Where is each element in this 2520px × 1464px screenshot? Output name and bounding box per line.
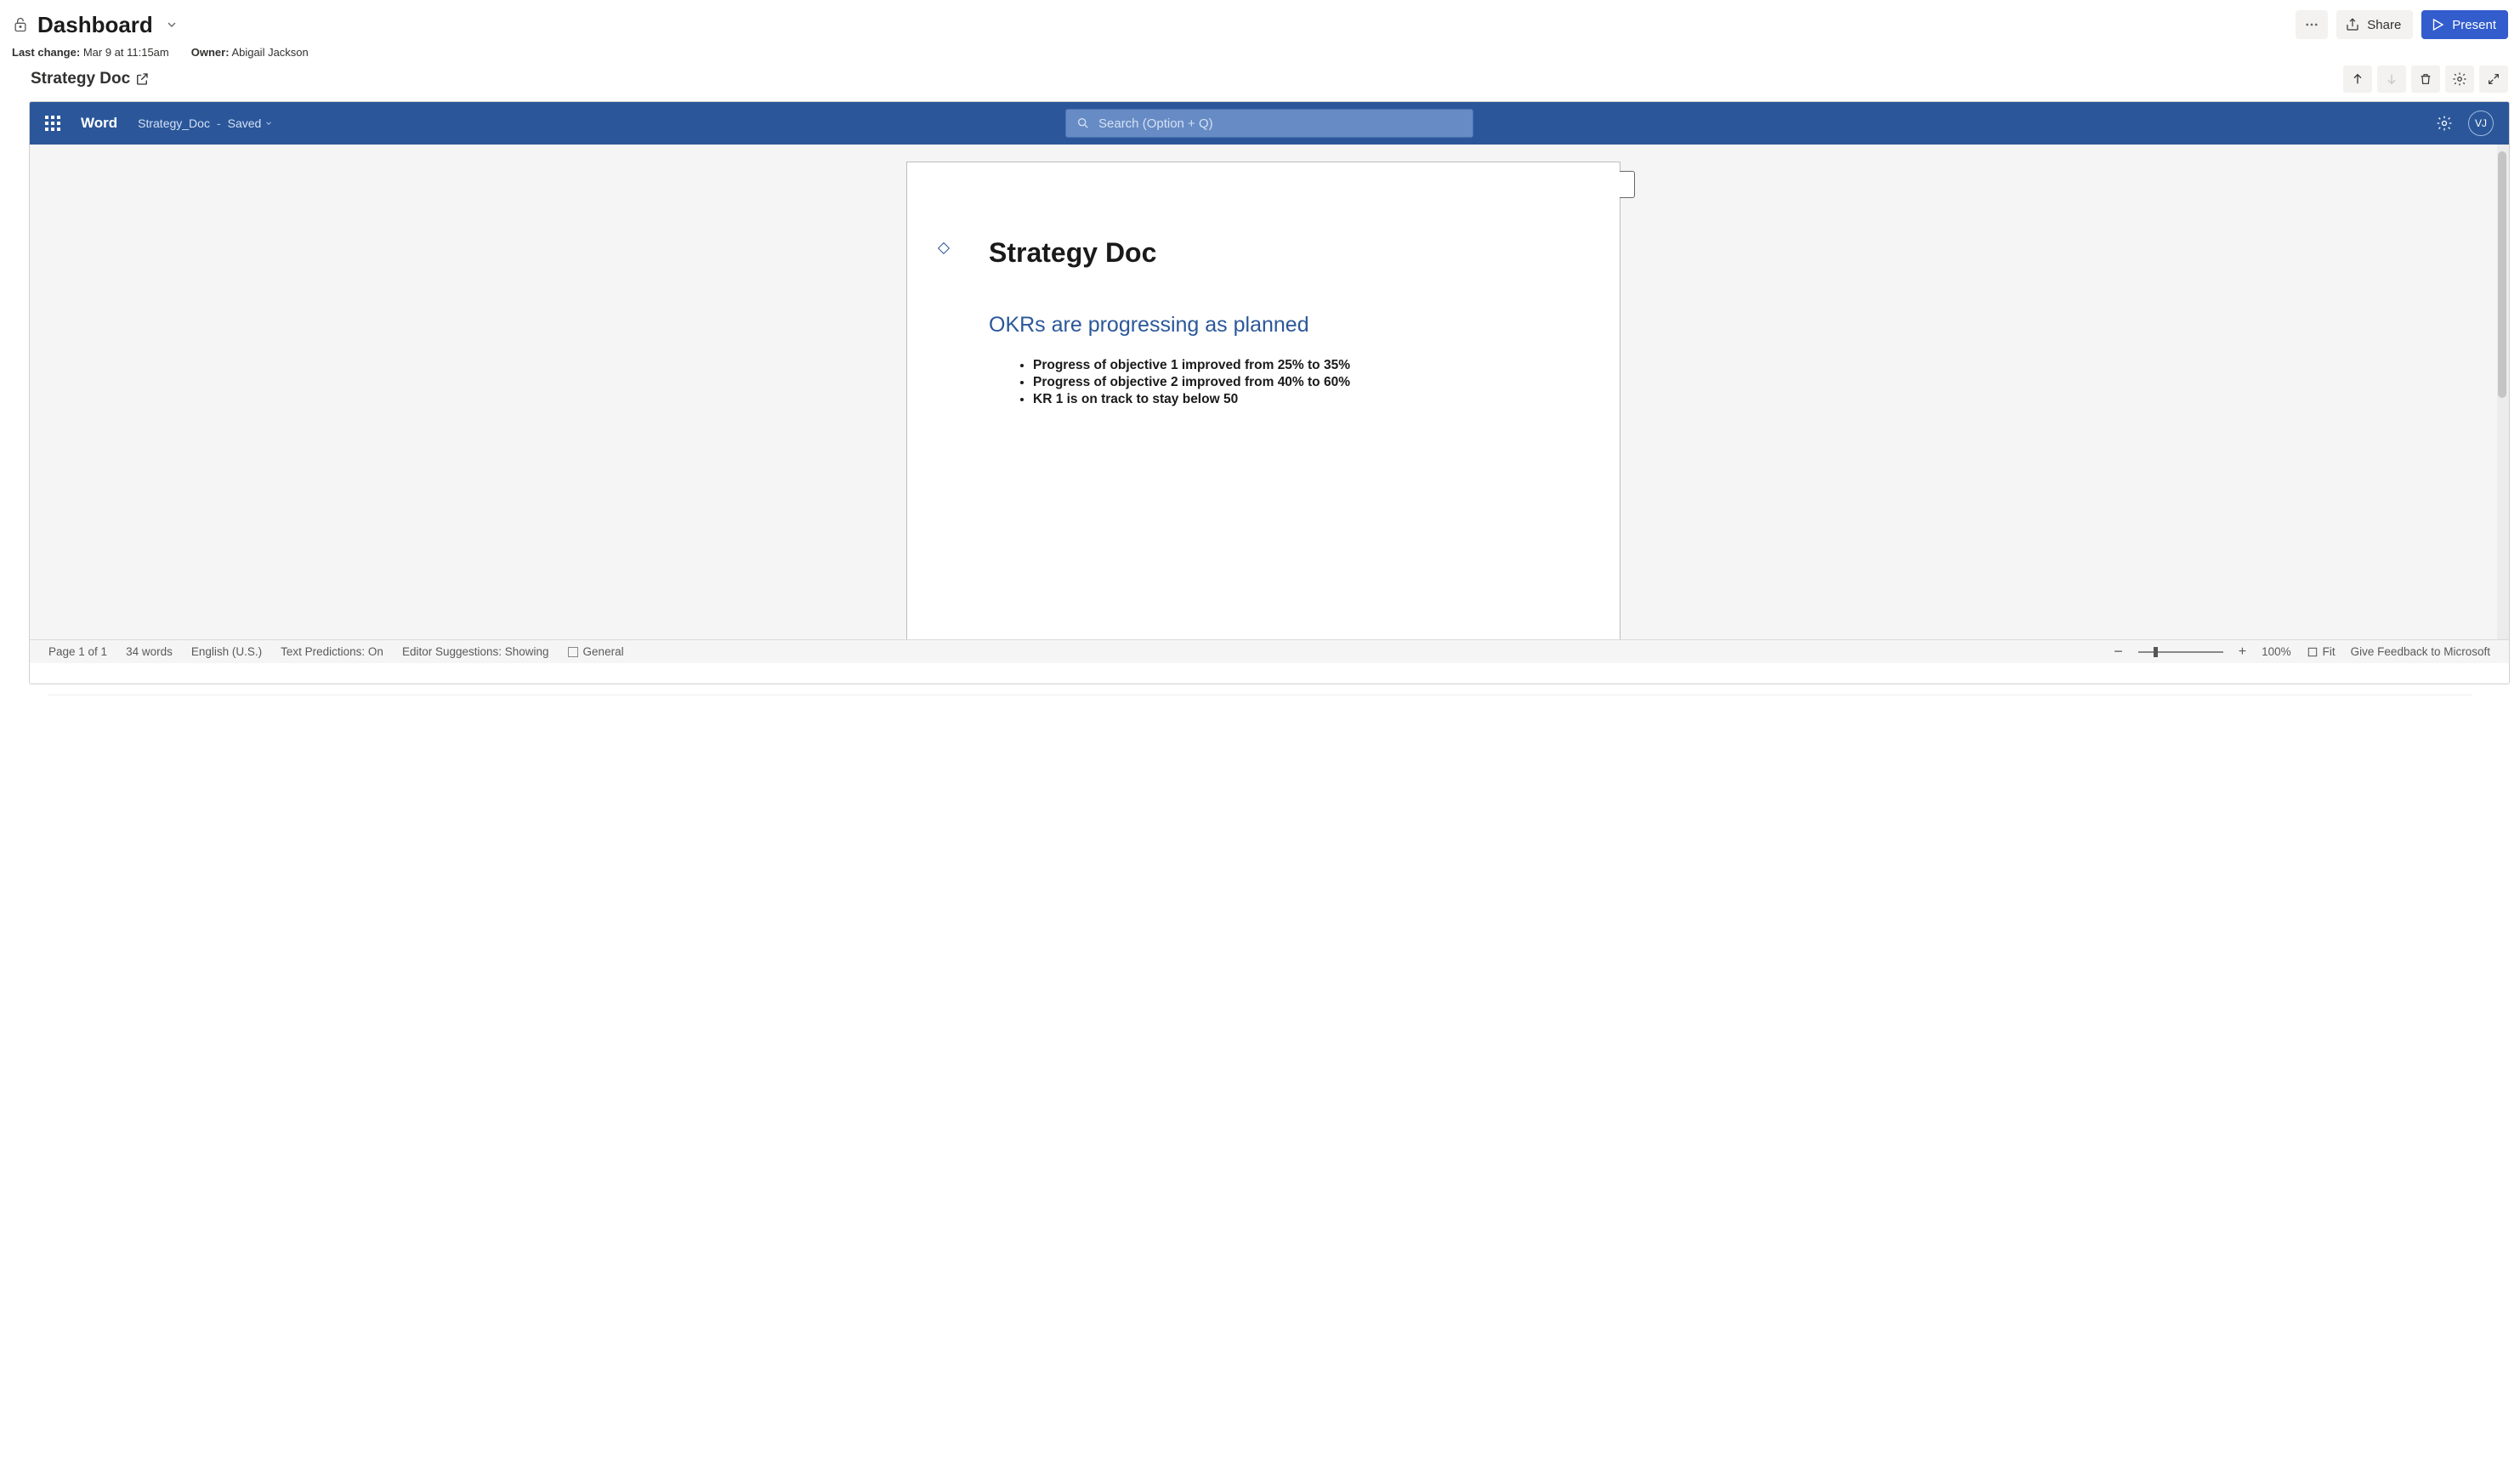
- status-editor[interactable]: Editor Suggestions: Showing: [402, 645, 549, 658]
- delete-button[interactable]: [2411, 65, 2440, 93]
- search-placeholder: Search (Option + Q): [1098, 116, 1213, 131]
- zoom-slider[interactable]: [2138, 651, 2223, 653]
- document-bullet-list: Progress of objective 1 improved from 25…: [989, 358, 1538, 407]
- status-words[interactable]: 34 words: [126, 645, 173, 658]
- settings-button[interactable]: [2445, 65, 2474, 93]
- zoom-in-button[interactable]: +: [2239, 644, 2246, 660]
- section-title[interactable]: Strategy Doc: [31, 70, 150, 88]
- section-title-text: Strategy Doc: [31, 70, 130, 88]
- status-page[interactable]: Page 1 of 1: [48, 645, 107, 658]
- app-launcher-icon[interactable]: [45, 116, 60, 131]
- present-button[interactable]: Present: [2421, 10, 2508, 39]
- last-change-value: Mar 9 at 11:15am: [83, 46, 169, 59]
- word-filename-row[interactable]: Strategy_Doc - Saved: [138, 116, 273, 130]
- word-title-bar: Word Strategy_Doc - Saved Search (Option…: [30, 102, 2509, 145]
- present-label: Present: [2452, 18, 2496, 32]
- scrollbar-thumb[interactable]: [2498, 151, 2506, 398]
- feedback-link[interactable]: Give Feedback to Microsoft: [2351, 645, 2490, 658]
- document-canvas[interactable]: Strategy Doc OKRs are progressing as pla…: [30, 145, 2497, 639]
- section-header: Strategy Doc: [0, 65, 2520, 101]
- move-down-button[interactable]: [2377, 65, 2406, 93]
- more-button[interactable]: [2296, 10, 2328, 39]
- status-general[interactable]: General: [568, 645, 624, 658]
- word-settings-icon[interactable]: [2436, 115, 2453, 132]
- title-row: Dashboard Share Present: [12, 10, 2508, 39]
- document-title: Strategy Doc: [989, 237, 1538, 269]
- play-icon: [2430, 17, 2445, 32]
- word-filename: Strategy_Doc: [138, 116, 210, 130]
- zoom-thumb[interactable]: [2154, 647, 2158, 657]
- move-up-button[interactable]: [2343, 65, 2372, 93]
- bottom-divider: [48, 695, 2472, 732]
- page-title: Dashboard: [37, 12, 153, 38]
- owner-value: Abigail Jackson: [231, 46, 308, 59]
- list-item: Progress of objective 2 improved from 40…: [1033, 375, 1538, 390]
- share-label: Share: [2367, 18, 2401, 32]
- zoom-value[interactable]: 100%: [2262, 645, 2291, 658]
- zoom-out-button[interactable]: −: [2114, 643, 2123, 661]
- scrollbar-track[interactable]: [2495, 145, 2509, 639]
- last-change: Last change: Mar 9 at 11:15am: [12, 46, 169, 59]
- share-button[interactable]: Share: [2336, 10, 2413, 39]
- filename-separator: -: [217, 116, 221, 130]
- avatar-initials: VJ: [2475, 117, 2487, 129]
- title-left: Dashboard: [12, 12, 179, 38]
- avatar[interactable]: VJ: [2468, 111, 2494, 136]
- word-bar-right: VJ: [2436, 111, 2494, 136]
- unlock-icon: [12, 16, 29, 33]
- fit-button[interactable]: Fit: [2307, 645, 2336, 658]
- last-change-label: Last change:: [12, 46, 80, 59]
- section-actions: [2343, 65, 2508, 93]
- status-right: − + 100% Fit Give Feedback to Microsoft: [2114, 643, 2490, 661]
- top-header: Dashboard Share Present: [0, 0, 2520, 65]
- word-status-bar: Page 1 of 1 34 words English (U.S.) Text…: [30, 639, 2509, 663]
- share-icon: [2345, 17, 2360, 32]
- word-saved-status: Saved: [228, 116, 274, 130]
- document-heading: OKRs are progressing as planned: [989, 313, 1538, 338]
- expand-button[interactable]: [2479, 65, 2508, 93]
- sensitivity-icon: [568, 647, 578, 657]
- chevron-down-icon[interactable]: [165, 18, 179, 31]
- page-side-tab[interactable]: [1620, 171, 1635, 198]
- status-language[interactable]: English (U.S.): [191, 645, 262, 658]
- search-input[interactable]: Search (Option + Q): [1065, 109, 1473, 138]
- owner: Owner: Abigail Jackson: [191, 46, 309, 59]
- status-predictions[interactable]: Text Predictions: On: [281, 645, 383, 658]
- search-icon: [1076, 116, 1090, 130]
- open-external-icon: [134, 71, 150, 87]
- owner-label: Owner:: [191, 46, 230, 59]
- frame-footer-space: [30, 663, 2509, 684]
- doc-handle-icon: [938, 242, 950, 254]
- title-right-actions: Share Present: [2296, 10, 2508, 39]
- document-page[interactable]: Strategy Doc OKRs are progressing as pla…: [906, 162, 1620, 639]
- word-app-name: Word: [81, 115, 117, 132]
- document-canvas-wrap: Strategy Doc OKRs are progressing as pla…: [30, 145, 2509, 639]
- word-embed-frame: Word Strategy_Doc - Saved Search (Option…: [29, 101, 2510, 684]
- list-item: Progress of objective 1 improved from 25…: [1033, 358, 1538, 373]
- list-item: KR 1 is on track to stay below 50: [1033, 392, 1538, 407]
- meta-row: Last change: Mar 9 at 11:15am Owner: Abi…: [12, 46, 2508, 59]
